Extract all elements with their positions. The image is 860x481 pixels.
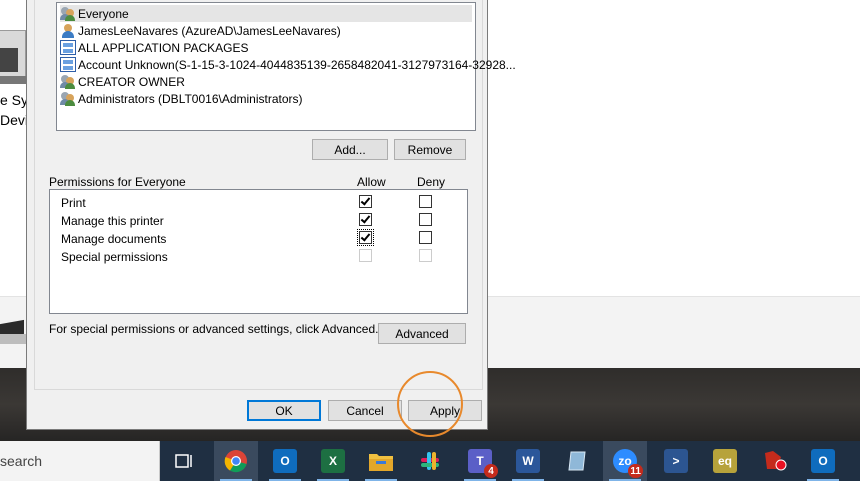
teams-icon: T 4	[468, 449, 498, 478]
deny-column-header: Deny	[417, 175, 446, 189]
slack-taskbar-button[interactable]	[408, 441, 452, 481]
permission-label-special: Special permissions	[61, 250, 168, 264]
teams-badge: 4	[484, 464, 498, 478]
slack-icon	[421, 452, 439, 470]
outlook-mail-icon: O	[811, 449, 835, 473]
scanner-icon[interactable]	[0, 316, 26, 346]
security-tab-panel: Everyone JamesLeeNavares (AzureAD\JamesL…	[34, 0, 516, 390]
list-item-label: ALL APPLICATION PACKAGES	[78, 40, 249, 55]
zoom-badge: 11	[628, 464, 643, 478]
eq-icon: eq	[713, 449, 737, 473]
group-icon	[60, 91, 76, 106]
eq-taskbar-button[interactable]: eq	[703, 441, 747, 481]
printer-icon[interactable]	[0, 8, 26, 84]
chrome-taskbar-button[interactable]	[214, 441, 258, 481]
manage-documents-deny-checkbox[interactable]	[419, 231, 432, 244]
group-icon	[60, 74, 76, 89]
recorder-taskbar-button[interactable]	[753, 441, 797, 481]
folder-icon	[369, 454, 393, 471]
remove-button[interactable]: Remove	[394, 139, 466, 160]
outlook-mail-taskbar-button[interactable]: O	[801, 441, 845, 481]
print-allow-checkbox[interactable]	[359, 195, 372, 208]
list-item[interactable]: ALL APPLICATION PACKAGES	[60, 39, 249, 56]
advanced-note: For special permissions or advanced sett…	[49, 322, 379, 336]
powershell-taskbar-button[interactable]: >	[654, 441, 698, 481]
manage-printer-allow-checkbox[interactable]	[359, 213, 372, 226]
package-icon	[60, 40, 76, 55]
package-icon	[60, 57, 76, 72]
special-deny-checkbox	[419, 249, 432, 262]
cancel-button[interactable]: Cancel	[328, 400, 402, 421]
zoom-taskbar-button[interactable]: zo 11	[603, 441, 647, 481]
excel-taskbar-button[interactable]: X	[311, 441, 355, 481]
ok-button[interactable]: OK	[247, 400, 321, 421]
taskbar: search O X T 4 W zo 11 > eq O	[0, 441, 860, 481]
permissions-title: Permissions for Everyone	[49, 175, 186, 189]
permissions-list: Print Manage this printer Manage documen…	[49, 189, 468, 314]
user-icon	[60, 23, 76, 38]
manage-documents-allow-checkbox[interactable]	[357, 229, 374, 246]
chrome-icon	[224, 450, 247, 473]
allow-column-header: Allow	[357, 175, 386, 189]
search-text: search	[0, 453, 43, 469]
add-button[interactable]: Add...	[312, 139, 388, 160]
advanced-button[interactable]: Advanced	[378, 323, 466, 344]
task-view-icon	[175, 454, 192, 468]
word-icon: W	[516, 449, 540, 473]
zoom-icon: zo 11	[613, 449, 643, 478]
manage-printer-deny-checkbox[interactable]	[419, 213, 432, 226]
list-item-label: Everyone	[78, 6, 129, 21]
list-item-label: JamesLeeNavares (AzureAD\JamesLeeNavares…	[78, 23, 341, 38]
record-icon	[765, 451, 787, 471]
print-deny-checkbox[interactable]	[419, 195, 432, 208]
permission-label-manage-printer: Manage this printer	[61, 214, 164, 228]
highlight-circle	[397, 371, 463, 437]
permission-label-manage-documents: Manage documents	[61, 232, 167, 246]
task-view-button[interactable]	[162, 441, 206, 481]
outlook-taskbar-button[interactable]: O	[263, 441, 307, 481]
teams-taskbar-button[interactable]: T 4	[458, 441, 502, 481]
printer-properties-dialog: Everyone JamesLeeNavares (AzureAD\JamesL…	[26, 0, 516, 430]
group-icon	[60, 6, 76, 21]
file-explorer-taskbar-button[interactable]	[359, 441, 403, 481]
list-item[interactable]: JamesLeeNavares (AzureAD\JamesLeeNavares…	[60, 22, 341, 39]
snipping-tool-taskbar-button[interactable]	[555, 441, 599, 481]
special-allow-checkbox	[359, 249, 372, 262]
list-item-label: Account Unknown(S-1-15-3-1024-4044835139…	[78, 57, 516, 72]
list-item[interactable]: Administrators (DBLT0016\Administrators)	[60, 90, 303, 107]
list-item[interactable]: CREATOR OWNER	[60, 73, 185, 90]
excel-icon: X	[321, 449, 345, 473]
list-item-label: Administrators (DBLT0016\Administrators)	[78, 91, 303, 106]
snipping-icon	[568, 451, 586, 471]
outlook-icon: O	[273, 449, 297, 473]
list-item[interactable]: Account Unknown(S-1-15-3-1024-4044835139…	[60, 56, 516, 73]
word-taskbar-button[interactable]: W	[506, 441, 550, 481]
search-box[interactable]: search	[0, 441, 160, 481]
group-user-names-list[interactable]: Everyone JamesLeeNavares (AzureAD\JamesL…	[56, 2, 516, 131]
powershell-icon: >	[664, 449, 688, 473]
list-item-label: CREATOR OWNER	[78, 74, 185, 89]
permission-label-print: Print	[61, 196, 86, 210]
list-item[interactable]: Everyone	[60, 5, 472, 22]
